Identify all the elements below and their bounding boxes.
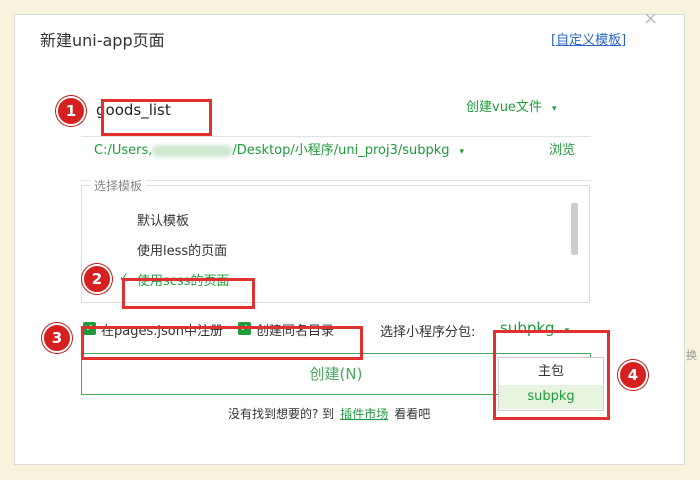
annotation-badge-3: 3 xyxy=(42,323,72,353)
annotation-box-1 xyxy=(101,99,212,136)
annotation-box-2 xyxy=(122,278,255,309)
annotation-badge-4: 4 xyxy=(618,360,648,390)
annotation-badge-1: 1 xyxy=(56,96,86,126)
footer-hint: 没有找到想要的? 到插件市场 看看吧 xyxy=(228,405,430,422)
create-type-label: 创建vue文件 xyxy=(466,100,542,115)
close-icon[interactable]: × xyxy=(643,8,658,29)
annotation-box-3 xyxy=(81,326,363,360)
path-select[interactable]: C:/Users, /Desktop/小程序/uni_proj3/subpkg ▾ xyxy=(94,139,464,158)
plugin-market-link[interactable]: 插件市场 xyxy=(340,407,388,421)
path-prefix: C:/Users, xyxy=(94,143,153,158)
edge-text: 换 xyxy=(686,349,697,362)
custom-template-link[interactable]: [自定义模板] xyxy=(551,29,626,48)
redacted-username xyxy=(152,144,233,157)
create-type-select[interactable]: 创建vue文件 ▾ xyxy=(466,96,556,115)
chevron-down-icon: ▾ xyxy=(551,104,557,114)
annotation-badge-2: 2 xyxy=(82,264,112,294)
annotation-box-4 xyxy=(493,330,610,420)
template-item-less[interactable]: 使用less的页面 xyxy=(137,240,227,259)
scrollbar[interactable] xyxy=(571,203,578,255)
chevron-down-icon: ▾ xyxy=(459,147,465,157)
dialog-title: 新建uni-app页面 xyxy=(40,31,165,50)
template-item-default[interactable]: 默认模板 xyxy=(137,210,189,229)
divider xyxy=(81,136,591,137)
template-legend: 选择模板 xyxy=(90,177,147,194)
browse-button[interactable]: 浏览 xyxy=(549,139,575,158)
subpackage-label: 选择小程序分包: xyxy=(380,325,476,340)
path-suffix: /Desktop/小程序/uni_proj3/subpkg xyxy=(232,143,450,158)
footer-suffix: 看看吧 xyxy=(394,407,431,421)
divider xyxy=(81,180,591,181)
footer-prefix: 没有找到想要的? 到 xyxy=(228,407,335,421)
